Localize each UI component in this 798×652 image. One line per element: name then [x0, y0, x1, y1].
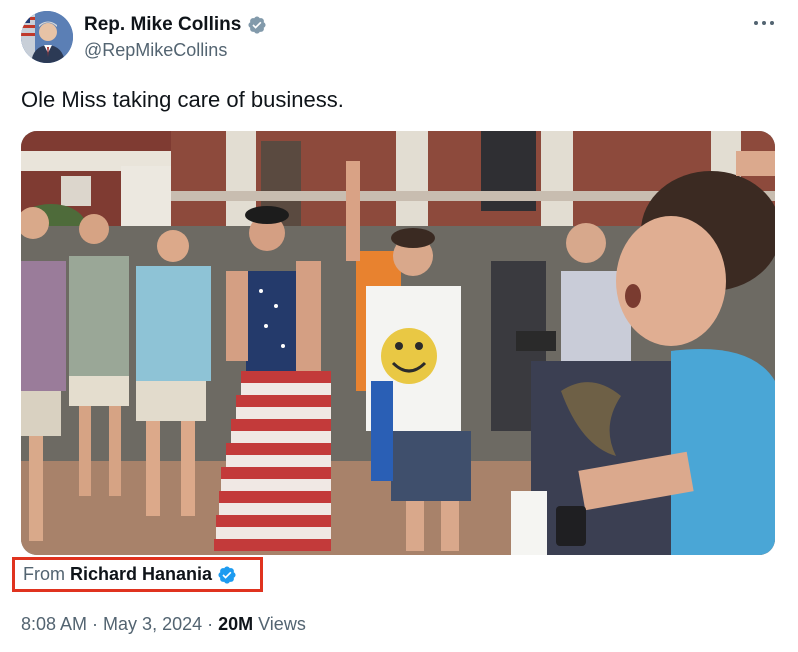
source-author-name[interactable]: Richard Hanania	[70, 564, 212, 585]
more-options-icon	[754, 21, 774, 25]
tweet-date[interactable]: May 3, 2024	[103, 611, 202, 637]
tweet-media-photo[interactable]	[21, 131, 775, 555]
from-label: From	[23, 564, 65, 584]
meta-separator: ·	[92, 614, 99, 634]
quoted-source-highlight: From Richard Hanania	[12, 557, 263, 592]
views-label[interactable]: Views	[258, 611, 306, 637]
more-options-button[interactable]	[750, 11, 778, 35]
views-count[interactable]: 20M	[218, 611, 253, 637]
embedded-photo	[21, 131, 775, 555]
author-handle[interactable]: @RepMikeCollins	[84, 38, 267, 62]
profile-photo-avatar	[21, 11, 73, 63]
author-display-name-row[interactable]: Rep. Mike Collins	[84, 13, 267, 37]
avatar[interactable]	[21, 11, 73, 63]
tweet-time[interactable]: 8:08 AM	[21, 611, 87, 637]
author-display-name[interactable]: Rep. Mike Collins	[84, 13, 241, 37]
verified-badge-icon[interactable]	[217, 565, 237, 585]
tweet-text: Ole Miss taking care of business.	[21, 87, 344, 112]
verified-badge-icon[interactable]	[247, 15, 267, 35]
tweet-metadata: 8:08 AM · May 3, 2024 · 20M Views	[21, 611, 306, 637]
tweet-header: Rep. Mike Collins @RepMikeCollins	[21, 11, 778, 65]
meta-separator: ·	[207, 614, 214, 634]
